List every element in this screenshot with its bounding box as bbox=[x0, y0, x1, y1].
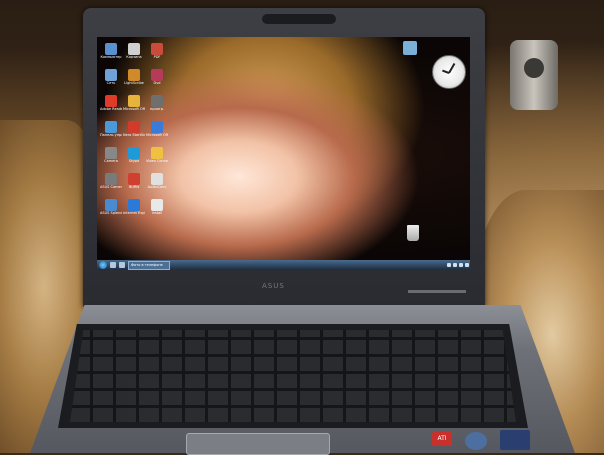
app-icon bbox=[151, 43, 163, 55]
app-icon bbox=[151, 69, 163, 81]
quicklaunch-icon[interactable] bbox=[119, 262, 125, 268]
app-icon bbox=[151, 95, 163, 107]
desktop-icon-label: Сеть bbox=[106, 81, 116, 85]
desktop-icon[interactable]: проигр. bbox=[147, 95, 167, 117]
app-icon bbox=[151, 147, 163, 159]
desktop-icon-label: BURN bbox=[128, 185, 139, 189]
app-icon bbox=[151, 121, 163, 133]
desktop-icon[interactable]: Dvd bbox=[147, 69, 167, 91]
desktop-icon-label: Панель управления bbox=[100, 133, 122, 137]
tray-icon[interactable] bbox=[447, 263, 451, 267]
desktop-icon[interactable]: Video Converter bbox=[146, 147, 168, 169]
desktop-icon-label: Компьютер bbox=[100, 55, 122, 59]
recycle-bin-icon[interactable] bbox=[403, 41, 417, 55]
desktop-icon-label: Dvd bbox=[153, 81, 161, 85]
app-icon bbox=[151, 173, 163, 185]
desktop-icon[interactable]: Camera bbox=[101, 147, 121, 169]
desktop-icon-label: AudioConv bbox=[147, 185, 167, 189]
desktop-icon-label: Camera bbox=[104, 159, 118, 163]
desktop-icon-label: LightScribe bbox=[124, 81, 144, 85]
start-button[interactable] bbox=[99, 261, 107, 269]
desktop-icon[interactable]: Install bbox=[147, 199, 167, 221]
desktop-icons: Компьютер Корзина PDF Сеть LightScribe Dvd Ado… bbox=[100, 43, 169, 221]
app-icon bbox=[128, 147, 140, 159]
app-icon bbox=[151, 199, 163, 211]
app-icon bbox=[105, 43, 117, 55]
desktop-icon-label: PDF bbox=[153, 55, 161, 59]
app-icon bbox=[128, 199, 140, 211]
app-icon bbox=[105, 121, 117, 133]
quicklaunch-icon[interactable] bbox=[110, 262, 116, 268]
desktop-icon-label: Internet Explorer bbox=[123, 211, 145, 215]
app-icon bbox=[128, 121, 140, 133]
desktop-icon[interactable]: Nero StartSmart bbox=[123, 121, 145, 143]
desktop-icon-label: Adobe Reader bbox=[100, 107, 122, 111]
desktop-icon-label: ASUS Splendid bbox=[100, 211, 122, 215]
desktop-icon[interactable]: Корзина bbox=[124, 43, 144, 65]
system-tray bbox=[447, 263, 470, 267]
keyboard-keys bbox=[70, 330, 516, 422]
desktop-icon[interactable]: Сеть bbox=[101, 69, 121, 91]
desktop-icon-label: Install bbox=[151, 211, 163, 215]
tray-icon[interactable] bbox=[459, 263, 463, 267]
status-led-strip bbox=[408, 290, 466, 293]
app-icon bbox=[105, 69, 117, 81]
desktop-icon[interactable]: Microsoft Office bbox=[146, 121, 168, 143]
app-icon bbox=[128, 69, 140, 81]
app-icon bbox=[128, 173, 140, 185]
laptop-screen: Компьютер Корзина PDF Сеть LightScribe Dvd Ado… bbox=[97, 37, 470, 270]
app-icon bbox=[128, 43, 140, 55]
spec-sticker bbox=[500, 430, 530, 450]
touchpad bbox=[186, 433, 330, 455]
brand-logo: ASUS bbox=[262, 282, 285, 290]
desktop-icon[interactable]: ASUS Camera bbox=[100, 173, 122, 195]
desktop-icon-label: Nero StartSmart bbox=[123, 133, 145, 137]
desktop-icon-label: ASUS Camera bbox=[100, 185, 122, 189]
desktop-icon-label: Video Converter bbox=[146, 159, 168, 163]
desktop-icon-label: Microsoft Office bbox=[146, 133, 168, 137]
desktop-icon[interactable]: Компьютер bbox=[101, 43, 121, 65]
app-icon bbox=[105, 147, 117, 159]
clock-gadget bbox=[432, 55, 466, 89]
desktop-icon[interactable]: Skype bbox=[124, 147, 144, 169]
speaker bbox=[510, 40, 558, 110]
tray-icon[interactable] bbox=[453, 263, 457, 267]
ati-sticker: ATI bbox=[432, 432, 452, 446]
desktop-icon[interactable]: Панель управления bbox=[100, 121, 122, 143]
desktop-icon[interactable]: BURN bbox=[124, 173, 144, 195]
app-icon bbox=[128, 95, 140, 107]
taskbar: Фото в телефоне bbox=[97, 260, 470, 270]
webcam-bezel bbox=[262, 14, 336, 24]
app-icon bbox=[105, 173, 117, 185]
desktop-icon[interactable]: Internet Explorer bbox=[123, 199, 145, 221]
desktop-icon[interactable]: Microsoft Office bbox=[123, 95, 145, 117]
round-sticker bbox=[465, 432, 487, 450]
taskbar-task[interactable]: Фото в телефоне bbox=[128, 260, 170, 270]
desktop-icon[interactable]: ASUS Splendid bbox=[100, 199, 122, 221]
desktop-icon-label: Skype bbox=[128, 159, 140, 163]
desktop-icon-label: проигр. bbox=[149, 107, 165, 111]
desktop-icon[interactable]: Adobe Reader bbox=[100, 95, 122, 117]
desktop-icon-label: Корзина bbox=[126, 55, 142, 59]
desktop-icon[interactable]: LightScribe bbox=[124, 69, 144, 91]
desktop-icon[interactable]: PDF bbox=[147, 43, 167, 65]
app-icon bbox=[105, 95, 117, 107]
desktop-icon[interactable]: AudioConv bbox=[147, 173, 167, 195]
tray-icon[interactable] bbox=[465, 263, 469, 267]
app-icon bbox=[105, 199, 117, 211]
desktop-icon-label: Microsoft Office bbox=[123, 107, 145, 111]
trash-icon[interactable] bbox=[407, 225, 419, 241]
